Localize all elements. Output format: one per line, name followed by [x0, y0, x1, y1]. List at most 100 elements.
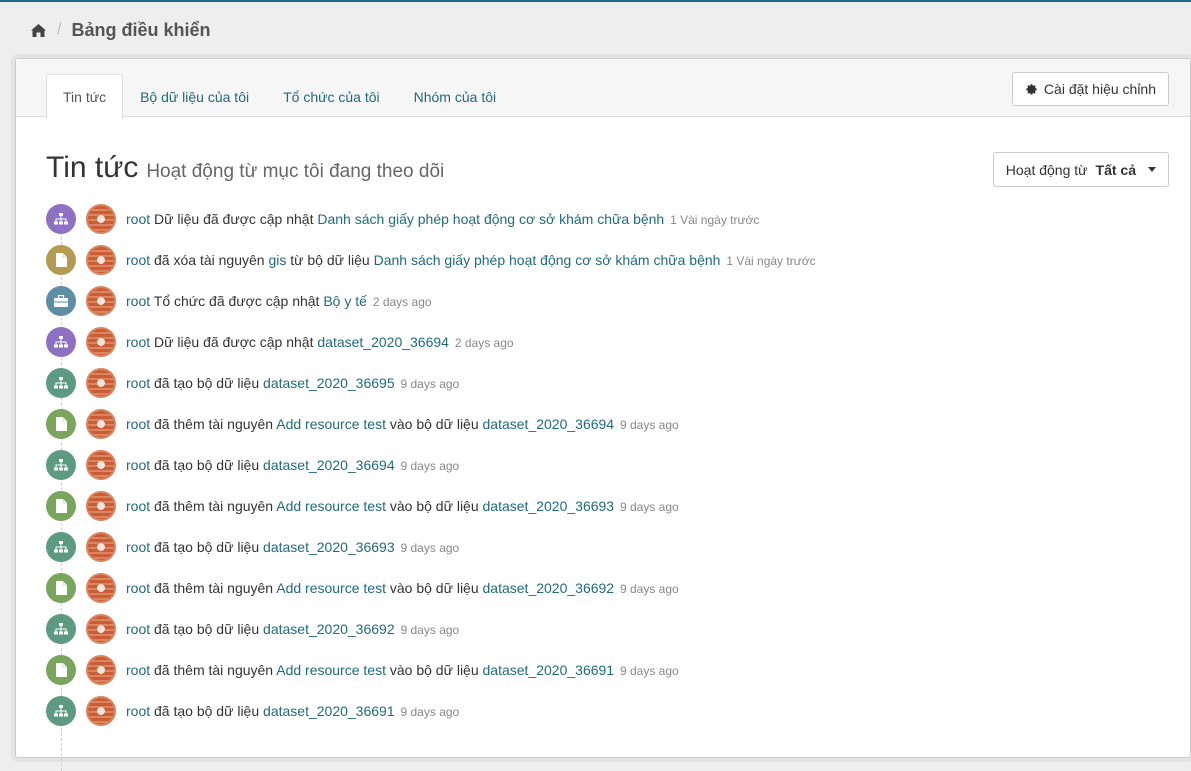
avatar[interactable] [86, 408, 116, 439]
file-icon [46, 408, 76, 439]
activity-action-text: Dữ liệu đã được cập nhật [154, 333, 314, 350]
activity-object-link[interactable]: Add resource test [276, 416, 386, 432]
activity-object-link[interactable]: gis [268, 252, 286, 268]
sitemap-icon [46, 203, 76, 234]
activity-action-text: đã thêm tài nguyên [154, 579, 274, 596]
activity-object-link[interactable]: dataset_2020_36691 [263, 703, 395, 719]
activity-object-link[interactable]: dataset_2020_36694 [263, 457, 395, 473]
activity-action-text: vào bộ dữ liệu [389, 579, 479, 596]
user-link[interactable]: root [126, 621, 150, 637]
tab-0[interactable]: Tin tức [46, 74, 124, 119]
activity-stream: root Dữ liệu đã được cập nhật Danh sách … [46, 198, 1146, 771]
avatar[interactable] [86, 531, 116, 562]
activity-timestamp: 9 days ago [619, 581, 679, 596]
activity-text: root Dữ liệu đã được cập nhật Danh sách … [126, 211, 759, 227]
avatar[interactable] [86, 244, 116, 275]
user-link[interactable]: root [126, 211, 150, 227]
home-icon [31, 23, 46, 37]
avatar[interactable] [86, 695, 116, 726]
user-link[interactable]: root [126, 703, 150, 719]
avatar[interactable] [86, 203, 116, 234]
user-link[interactable]: root [126, 375, 150, 391]
activity-filter-value: Tất cả [1095, 161, 1136, 178]
home-link[interactable] [30, 23, 47, 38]
activity-filter-label: Hoạt động từ [1005, 161, 1088, 178]
user-link[interactable]: root [126, 416, 150, 432]
activity-filter-dropdown[interactable]: Hoạt động từ Tất cả [992, 152, 1169, 187]
activity-action-text: vào bộ dữ liệu [389, 415, 479, 432]
activity-item: root đã tạo bộ dữ liệu dataset_2020_3669… [46, 526, 1146, 567]
sitemap-icon [46, 449, 76, 480]
activity-object-link[interactable]: Bộ y tế [323, 293, 367, 309]
avatar[interactable] [86, 285, 116, 316]
activity-object-link[interactable]: Add resource test [276, 580, 386, 596]
activity-action-text: đã xóa tài nguyên [154, 251, 265, 268]
activity-timestamp: 9 days ago [619, 417, 679, 432]
avatar[interactable] [86, 490, 116, 521]
user-link[interactable]: root [126, 498, 150, 514]
user-link[interactable]: root [126, 252, 150, 268]
activity-item: root đã tạo bộ dữ liệu dataset_2020_3669… [46, 690, 1146, 731]
user-link[interactable]: root [126, 539, 150, 555]
tab-3[interactable]: Nhóm của tôi [397, 74, 513, 118]
activity-action-text: đã tạo bộ dữ liệu [154, 538, 260, 555]
user-link[interactable]: root [126, 580, 150, 596]
activity-item: root đã tạo bộ dữ liệu dataset_2020_3669… [46, 444, 1146, 485]
edit-settings-button[interactable]: Cài đặt hiệu chỉnh [1011, 72, 1169, 106]
avatar[interactable] [86, 367, 116, 398]
activity-action-text: Dữ liệu đã được cập nhật [154, 210, 314, 227]
activity-item: root đã thêm tài nguyên Add resource tes… [46, 567, 1146, 608]
activity-action-text: đã tạo bộ dữ liệu [154, 620, 260, 637]
activity-object-link[interactable]: dataset_2020_36693 [263, 539, 395, 555]
activity-item: root đã tạo bộ dữ liệu dataset_2020_3669… [46, 362, 1146, 403]
activity-timestamp: 9 days ago [400, 458, 460, 473]
activity-text: root Dữ liệu đã được cập nhật dataset_20… [126, 334, 514, 350]
activity-text: root đã tạo bộ dữ liệu dataset_2020_3669… [126, 457, 459, 473]
activity-object-link[interactable]: Danh sách giấy phép hoạt động cơ sở khám… [317, 211, 664, 227]
avatar[interactable] [86, 654, 116, 685]
activity-action-text: đã thêm tài nguyên [154, 497, 274, 514]
tab-bar: Tin tức Bộ dữ liệu của tôi Tổ chức của tôi… [16, 59, 1190, 119]
activity-object-link[interactable]: dataset_2020_36692 [263, 621, 395, 637]
tab-2[interactable]: Tổ chức của tôi [266, 74, 397, 118]
activity-object-link[interactable]: dataset_2020_36694 [483, 416, 615, 432]
news-title: Tin tức [46, 151, 139, 184]
activity-item: root Dữ liệu đã được cập nhật dataset_20… [46, 321, 1146, 362]
user-link[interactable]: root [126, 334, 150, 350]
activity-object-link[interactable]: Danh sách giấy phép hoạt động cơ sở khám… [374, 252, 721, 268]
avatar[interactable] [86, 613, 116, 644]
activity-item: root Tổ chức đã được cập nhật Bộ y tế 2 … [46, 280, 1146, 321]
avatar[interactable] [86, 326, 116, 357]
tab-1[interactable]: Bộ dữ liệu của tôi [123, 74, 266, 118]
activity-text: root đã tạo bộ dữ liệu dataset_2020_3669… [126, 375, 459, 391]
activity-object-link[interactable]: dataset_2020_36693 [483, 498, 615, 514]
activity-text: root đã thêm tài nguyên Add resource tes… [126, 662, 679, 678]
activity-object-link[interactable]: dataset_2020_36692 [483, 580, 615, 596]
activity-timestamp: 1 Vài ngày trước [726, 253, 816, 268]
user-link[interactable]: root [126, 293, 150, 309]
activity-item: root Dữ liệu đã được cập nhật Danh sách … [46, 198, 1146, 239]
activity-text: root đã tạo bộ dữ liệu dataset_2020_3669… [126, 539, 459, 555]
caret-down-icon [1148, 167, 1156, 172]
activity-action-text: Tổ chức đã được cập nhật [153, 292, 320, 309]
activity-object-link[interactable]: dataset_2020_36691 [483, 662, 615, 678]
gear-icon [1026, 83, 1037, 95]
file-icon [46, 572, 76, 603]
activity-object-link[interactable]: dataset_2020_36695 [263, 375, 395, 391]
activity-item: root đã thêm tài nguyên Add resource tes… [46, 403, 1146, 444]
activity-timestamp: 9 days ago [400, 622, 460, 637]
user-link[interactable]: root [126, 457, 150, 473]
breadcrumb-separator: / [57, 21, 62, 38]
avatar[interactable] [86, 449, 116, 480]
avatar[interactable] [86, 572, 116, 603]
activity-timestamp: 2 days ago [454, 335, 514, 350]
activity-object-link[interactable]: Add resource test [276, 662, 386, 678]
file-icon [46, 654, 76, 685]
activity-action-text: đã tạo bộ dữ liệu [154, 702, 260, 719]
activity-object-link[interactable]: dataset_2020_36694 [317, 334, 449, 350]
user-link[interactable]: root [126, 662, 150, 678]
activity-action-text: đã thêm tài nguyên [154, 415, 274, 432]
activity-object-link[interactable]: Add resource test [276, 498, 386, 514]
activity-action-text: đã tạo bộ dữ liệu [154, 374, 260, 391]
activity-text: root đã thêm tài nguyên Add resource tes… [126, 498, 679, 514]
